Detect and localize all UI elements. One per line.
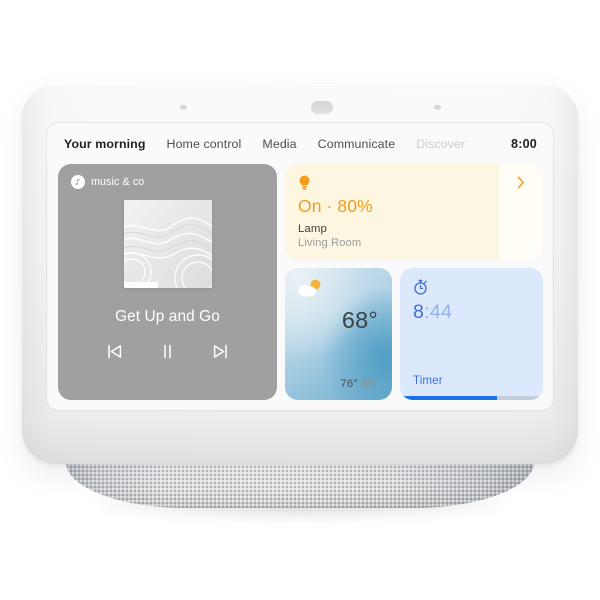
navigation-bar: Your morning Home control Media Communic…: [47, 123, 553, 164]
timer-progress-bar: [400, 396, 543, 400]
tab-discover[interactable]: Discover: [416, 137, 465, 151]
temperature-range: 76° 65°: [340, 378, 379, 390]
timer-card[interactable]: 8:44 Timer: [400, 268, 543, 400]
album-artwork: [123, 200, 212, 288]
tab-home-control[interactable]: Home control: [167, 137, 242, 151]
chevron-right-icon: [517, 176, 525, 194]
skip-next-icon[interactable]: [211, 342, 230, 361]
timer-progress-fill: [400, 396, 498, 400]
lamp-expand-button[interactable]: [499, 164, 543, 260]
status-clock: 8:00: [510, 136, 537, 151]
timer-seconds: :44: [424, 301, 453, 323]
sensor-row: [22, 101, 578, 114]
track-title: Get Up and Go: [115, 308, 220, 325]
timer-minutes: 8: [413, 301, 425, 323]
lamp-device-name: Lamp: [298, 223, 327, 235]
stopwatch-icon: [413, 279, 428, 295]
lamp-state-label: On · 80%: [298, 196, 373, 216]
tab-your-morning[interactable]: Your morning: [64, 137, 146, 151]
tab-communicate[interactable]: Communicate: [318, 137, 396, 151]
music-note-icon: [71, 175, 85, 189]
playback-controls: [105, 342, 230, 361]
temperature-high: 76°: [340, 378, 359, 390]
current-temperature: 68°: [341, 307, 378, 333]
media-player-card[interactable]: music & co Get Up and Go: [58, 164, 277, 400]
ambient-light-sensor-icon: [180, 105, 187, 110]
card-grid: music & co Get Up and Go On · 80% Lamp L…: [47, 164, 553, 410]
product-scene: Your morning Home control Media Communic…: [0, 0, 600, 600]
skip-previous-icon[interactable]: [105, 342, 124, 361]
lamp-control-card[interactable]: On · 80% Lamp Living Room: [285, 164, 543, 260]
weather-card[interactable]: 68° 76° 65°: [285, 268, 392, 400]
microphone-array-icon: [311, 101, 333, 114]
proximity-sensor-icon: [434, 105, 441, 110]
tab-media[interactable]: Media: [262, 137, 296, 151]
bottom-card-row: 68° 76° 65° 8:44 Timer: [285, 268, 543, 400]
media-provider-label: music & co: [91, 176, 145, 188]
timer-remaining: 8:44: [413, 301, 543, 324]
display-screen: Your morning Home control Media Communic…: [46, 122, 554, 411]
right-column: On · 80% Lamp Living Room 68° 76° 65° 8:…: [285, 164, 543, 400]
lamp-card-content: On · 80% Lamp Living Room: [285, 164, 499, 260]
temperature-low: 65°: [361, 378, 379, 390]
media-provider: music & co: [71, 175, 144, 189]
pause-icon[interactable]: [158, 342, 177, 361]
device-body: Your morning Home control Media Communic…: [22, 84, 578, 464]
left-column: music & co Get Up and Go: [58, 164, 277, 400]
partly-cloudy-icon: [296, 278, 326, 300]
lamp-room-label: Living Room: [298, 237, 362, 249]
timer-label: Timer: [413, 374, 443, 387]
lightbulb-icon: [298, 175, 311, 191]
